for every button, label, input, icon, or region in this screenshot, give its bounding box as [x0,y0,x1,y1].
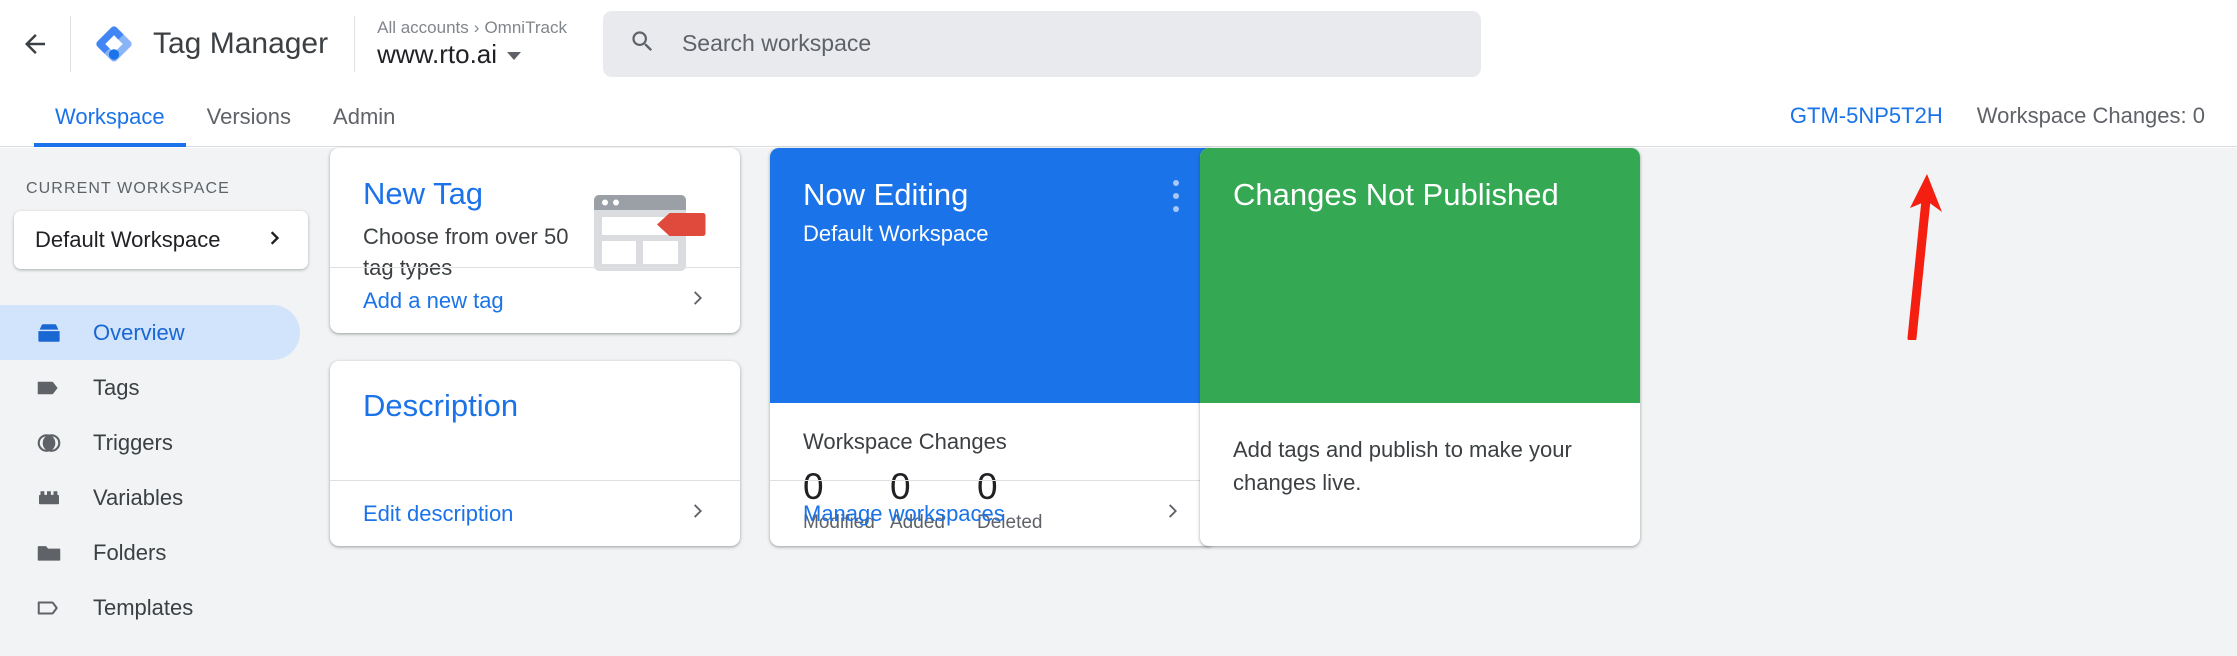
now-editing-title: Now Editing [803,177,969,212]
brand-block[interactable]: Tag Manager [71,23,354,65]
container-name: www.rto.ai [377,39,498,69]
now-editing-header: Now Editing Default Workspace [770,148,1215,403]
page-body: CURRENT WORKSPACE Default Workspace Over… [0,148,2237,656]
breadcrumb-account: OmniTrack [484,18,567,37]
tab-workspace[interactable]: Workspace [34,104,186,147]
tag-manager-logo [93,23,135,65]
sidebar-item-label: Templates [93,594,194,620]
breadcrumb-separator: › [473,18,480,37]
tab-bar: Workspace Versions Admin GTM-5NP5T2H Wor… [0,87,2237,147]
container-id-link[interactable]: GTM-5NP5T2H [1790,103,1943,129]
now-editing-subtitle: Default Workspace [803,221,989,246]
sidebar-item-tags[interactable]: Tags [0,360,300,415]
sidebar: CURRENT WORKSPACE Default Workspace Over… [0,148,330,656]
chevron-right-icon [1161,499,1185,528]
search-placeholder: Search workspace [681,30,872,56]
sidebar-nav: Overview Tags Triggers Variables Folders… [0,305,330,635]
description-title: Description [363,388,519,423]
arrow-left-icon [20,29,50,59]
sidebar-item-triggers[interactable]: Triggers [0,415,300,470]
workspace-changes-count: Workspace Changes: 0 [1976,103,2205,128]
trigger-circle-icon [30,428,68,458]
tab-bar-right: GTM-5NP5T2H Workspace Changes: 0 [1790,103,2237,146]
workspace-selector[interactable]: Default Workspace [14,211,308,269]
tab-admin[interactable]: Admin [312,104,416,146]
sidebar-item-label: Overview [93,319,185,345]
changes-not-published-card[interactable]: Changes Not Published Add tags and publi… [1200,148,1640,546]
folder-icon [30,538,68,568]
chevron-right-icon [686,499,710,528]
changes-not-published-title: Changes Not Published [1233,177,1559,212]
sidebar-item-variables[interactable]: Variables [0,470,300,525]
account-selector[interactable]: All accounts › OmniTrack www.rto.ai [355,18,589,69]
sidebar-item-label: Tags [93,374,140,400]
sidebar-item-overview[interactable]: Overview [0,305,300,360]
workspace-selector-label: Default Workspace [35,227,221,252]
manage-workspaces-label: Manage workspaces [803,500,1005,526]
changes-not-published-body: Add tags and publish to make your change… [1233,437,1572,495]
top-bar: Tag Manager All accounts › OmniTrack www.r… [0,0,2237,87]
search-icon [629,28,656,60]
add-new-tag-action[interactable]: Add a new tag [330,267,740,333]
overview-cards: New Tag Choose from over 50 tag types Ad… [330,148,2237,656]
tag-icon [30,373,68,403]
breadcrumb: All accounts › OmniTrack [377,18,567,38]
tag-manager-app: Tag Manager All accounts › OmniTrack www.r… [0,0,2237,656]
product-title: Tag Manager [153,26,329,60]
now-editing-card[interactable]: Now Editing Default Workspace Workspace … [770,148,1215,546]
workspace-changes-title: Workspace Changes [803,429,1007,454]
add-new-tag-label: Add a new tag [363,287,504,313]
sidebar-item-label: Variables [93,484,184,510]
chevron-down-icon [507,52,522,60]
new-tag-card[interactable]: New Tag Choose from over 50 tag types Ad… [330,148,740,333]
edit-description-label: Edit description [363,500,514,526]
overview-box-icon [30,318,68,348]
sidebar-item-templates[interactable]: Templates [0,580,300,635]
sidebar-item-label: Triggers [93,429,173,455]
variables-brick-icon [30,483,68,513]
kebab-menu-icon[interactable] [1163,180,1189,212]
changes-not-published-header: Changes Not Published [1200,148,1640,403]
chevron-right-icon [264,227,286,254]
search-input[interactable]: Search workspace [602,10,1481,77]
tab-versions[interactable]: Versions [186,104,312,146]
manage-workspaces-action[interactable]: Manage workspaces [770,480,1215,546]
description-card[interactable]: Description Edit description [330,361,740,546]
sidebar-item-label: Folders [93,539,167,565]
chevron-right-icon [686,286,710,315]
tab-list: Workspace Versions Admin [0,104,416,147]
edit-description-action[interactable]: Edit description [330,480,740,546]
template-tag-outline-icon [30,593,68,623]
back-button[interactable] [0,0,70,87]
container-dropdown[interactable]: www.rto.ai [377,39,567,69]
breadcrumb-root: All accounts [377,18,469,37]
sidebar-item-folders[interactable]: Folders [0,525,300,580]
sidebar-section-label: CURRENT WORKSPACE [26,180,230,197]
new-tag-title: New Tag [363,176,484,211]
